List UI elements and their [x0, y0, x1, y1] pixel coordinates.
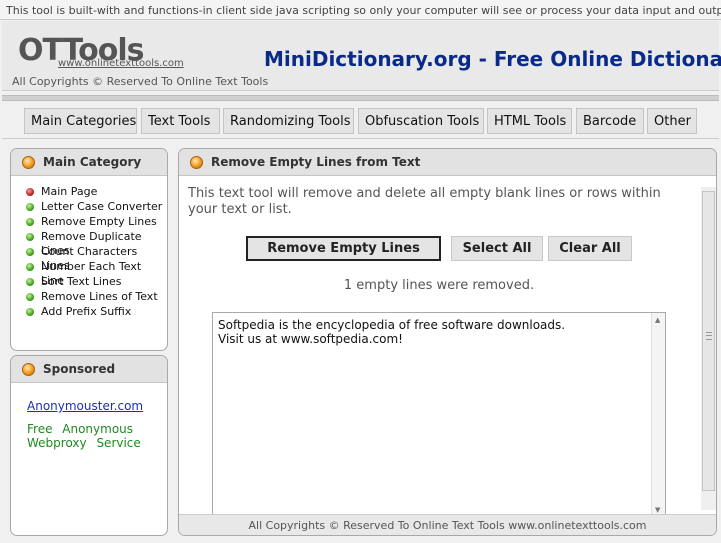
- header-copyright: All Copyrights © Reserved To Online Text…: [12, 75, 269, 88]
- scroll-down-arrow-icon[interactable]: ▼: [655, 506, 660, 514]
- remove-empty-lines-button[interactable]: Remove Empty Lines: [246, 236, 441, 261]
- top-notice: This tool is built-with and functions-in…: [0, 0, 721, 20]
- nav-randomizing-tools[interactable]: Randomizing Tools: [223, 108, 354, 134]
- text-area-content[interactable]: Softpedia is the encyclopedia of free so…: [218, 318, 638, 346]
- sidebar-item-main-page[interactable]: Main Page: [25, 185, 167, 200]
- tool-description: This text tool will remove and delete al…: [188, 186, 661, 217]
- sidebar-item-label: Main Page: [41, 185, 98, 198]
- nav-obfuscation-tools[interactable]: Obfuscation Tools: [358, 108, 484, 134]
- text-line: Visit us at www.softpedia.com!: [218, 332, 403, 346]
- page-scrollbar[interactable]: [701, 187, 716, 510]
- sidebar-item-sort-text-lines[interactable]: Sort Text Lines: [25, 275, 167, 290]
- green-dot-icon: [26, 248, 34, 256]
- main-tool-header: Remove Empty Lines from Text: [179, 149, 716, 176]
- scrollbar-thumb[interactable]: [702, 191, 715, 491]
- nav-text-tools[interactable]: Text Tools: [141, 108, 220, 134]
- nav-bar: Main Categories Text Tools Randomizing T…: [2, 101, 719, 139]
- main-category-header: Main Category: [11, 149, 167, 176]
- sponsored-title: Sponsored: [43, 362, 116, 376]
- nav-other[interactable]: Other: [647, 108, 697, 134]
- sidebar-item-add-prefix-suffix[interactable]: Add Prefix Suffix: [25, 305, 167, 320]
- sidebar-item-letter-case-converter[interactable]: Letter Case Converter: [25, 200, 167, 215]
- sponsor-text[interactable]: Free Anonymous Webproxy Service: [27, 422, 147, 450]
- tool-title: Remove Empty Lines from Text: [211, 155, 421, 169]
- red-dot-icon: [26, 188, 34, 196]
- scrollbar-grip-icon: [706, 332, 712, 340]
- clear-all-button[interactable]: Clear All: [548, 236, 632, 261]
- main-tool-panel: Remove Empty Lines from Text This text t…: [178, 148, 717, 536]
- sponsored-header: Sponsored: [11, 356, 167, 383]
- category-list: Main Page Letter Case Converter Remove E…: [11, 176, 167, 320]
- sidebar-item-label: Letter Case Converter: [41, 200, 163, 213]
- sidebar-item-number-each-text-line[interactable]: Number Each Text Line: [25, 260, 167, 287]
- sidebar-item-label: Add Prefix Suffix: [41, 305, 132, 318]
- site-title[interactable]: MiniDictionary.org - Free Online Diction…: [264, 47, 721, 71]
- orange-orb-icon: [22, 363, 35, 376]
- green-dot-icon: [26, 308, 34, 316]
- orange-orb-icon: [190, 156, 203, 169]
- sidebar-item-remove-empty-lines[interactable]: Remove Empty Lines: [25, 215, 167, 230]
- sidebar-item-label: Remove Empty Lines: [41, 215, 157, 228]
- green-dot-icon: [26, 203, 34, 211]
- text-line: Softpedia is the encyclopedia of free so…: [218, 318, 566, 332]
- nav-html-tools[interactable]: HTML Tools: [487, 108, 572, 134]
- result-status: 1 empty lines were removed.: [343, 278, 535, 293]
- site-header: OTTools www.onlinetexttools.com All Copy…: [2, 21, 721, 91]
- green-dot-icon: [26, 263, 34, 271]
- orange-orb-icon: [22, 156, 35, 169]
- green-dot-icon: [26, 218, 34, 226]
- green-dot-icon: [26, 278, 34, 286]
- logo-url-link[interactable]: www.onlinetexttools.com: [58, 58, 184, 69]
- scroll-up-arrow-icon[interactable]: ▲: [655, 316, 660, 324]
- page-footer: All Copyrights © Reserved To Online Text…: [179, 514, 716, 535]
- sponsored-panel: Sponsored Anonymouster.com Free Anonymou…: [10, 355, 168, 536]
- select-all-button[interactable]: Select All: [451, 236, 543, 261]
- sidebar-item-remove-duplicate-lines[interactable]: Remove Duplicate Lines: [25, 230, 167, 257]
- sidebar-item-count-characters-lines[interactable]: Count Characters Lines: [25, 245, 167, 272]
- nav-barcode[interactable]: Barcode: [576, 108, 644, 134]
- text-area[interactable]: Softpedia is the encyclopedia of free so…: [212, 312, 666, 518]
- main-category-title: Main Category: [43, 155, 142, 169]
- sidebar-item-label: Sort Text Lines: [41, 275, 122, 288]
- sponsor-link[interactable]: Anonymouster.com: [27, 399, 143, 413]
- nav-main-categories[interactable]: Main Categories: [24, 108, 137, 134]
- green-dot-icon: [26, 233, 34, 241]
- text-area-scrollbar[interactable]: ▲ ▼: [651, 313, 665, 517]
- sidebar-item-label: Remove Lines of Text: [41, 290, 158, 303]
- sidebar-item-remove-lines-of-text[interactable]: Remove Lines of Text: [25, 290, 167, 305]
- green-dot-icon: [26, 293, 34, 301]
- main-category-panel: Main Category Main Page Letter Case Conv…: [10, 148, 168, 351]
